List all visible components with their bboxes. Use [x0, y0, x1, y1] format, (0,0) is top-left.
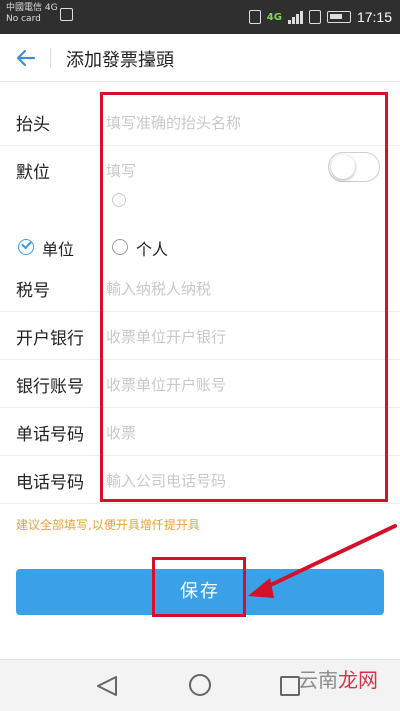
- network-type: 4G: [266, 11, 282, 23]
- radio-unit-checked-icon[interactable]: [18, 239, 34, 255]
- account-label: 银行账号: [16, 377, 84, 397]
- bank-label: 开户银行: [16, 329, 84, 349]
- header-divider: [50, 48, 51, 68]
- site-watermark: 云南龙网: [298, 664, 378, 693]
- unit-label: 默位: [16, 163, 50, 183]
- battery-icon: [326, 11, 351, 23]
- back-arrow-icon[interactable]: [14, 46, 38, 70]
- watermark-part1: 云南: [298, 668, 338, 692]
- sim-status: No card: [6, 14, 41, 24]
- nav-home-icon[interactable]: [189, 674, 211, 696]
- phone-label: 电话号码: [16, 473, 84, 493]
- tax-label: 税号: [16, 281, 50, 301]
- annotation-arrow-icon: [248, 524, 397, 598]
- page-title: 添加發票擡頭: [66, 50, 174, 71]
- sim-icon: [308, 10, 321, 24]
- app-header: 添加發票擡頭: [0, 34, 400, 82]
- watermark-part2: 龙网: [338, 668, 378, 692]
- title-label: 抬头: [16, 115, 50, 135]
- address-label: 单话号码: [16, 425, 84, 445]
- form-hint: 建议全部填写,以便开具增仟提开具: [16, 518, 200, 532]
- status-bar: 中國電信 4G No card 4G 17:15: [0, 0, 400, 34]
- nav-recent-apps-icon[interactable]: [280, 676, 300, 696]
- radio-unit-label[interactable]: 单位: [42, 236, 74, 260]
- clock: 17:15: [356, 9, 392, 25]
- notification-icon: [248, 10, 261, 24]
- carrier-name: 中國電信 4G: [6, 3, 58, 13]
- screenshot-icon: [60, 8, 73, 21]
- nav-back-icon[interactable]: [96, 676, 118, 696]
- signal-icon: [287, 10, 303, 24]
- carrier-info: 中國電信 4G No card: [6, 3, 58, 25]
- annotation-form-highlight: [100, 92, 388, 502]
